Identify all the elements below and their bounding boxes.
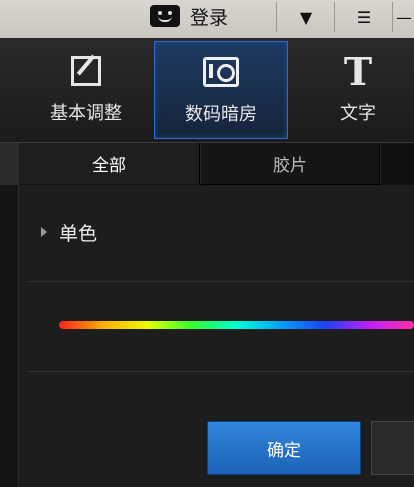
tab-film[interactable]: 胶片 xyxy=(201,143,380,186)
effects-panel: 单色 确定 xyxy=(19,185,414,487)
camera-icon xyxy=(203,54,239,90)
divider xyxy=(27,281,414,282)
menu-down-icon: ☰ xyxy=(356,7,372,27)
mode-label: 文字 xyxy=(340,103,376,124)
tab-all[interactable]: 全部 xyxy=(19,143,200,184)
login-label: 登录 xyxy=(190,6,229,29)
expand-arrow-icon xyxy=(41,227,47,237)
mode-basic-adjust[interactable]: 基本调整 xyxy=(20,41,152,137)
section-label: 单色 xyxy=(59,222,98,245)
hue-slider[interactable] xyxy=(59,321,414,329)
section-monochrome[interactable]: 单色 xyxy=(19,215,97,249)
filter-tabs: 全部 胶片 xyxy=(19,143,414,186)
shirt-icon: ▼ xyxy=(299,7,313,27)
title-bar: 登录 ▼ ☰ — xyxy=(0,0,414,39)
edit-icon xyxy=(68,53,104,89)
menu-button[interactable]: ☰ xyxy=(334,2,393,32)
mode-toolbar: 基本调整 数码暗房 T 文字 xyxy=(0,38,414,143)
divider xyxy=(27,371,414,372)
skin-button[interactable]: ▼ xyxy=(276,2,335,32)
cancel-button[interactable] xyxy=(371,421,414,475)
login-button[interactable]: 登录 xyxy=(142,0,270,32)
mode-digital-darkroom[interactable]: 数码暗房 xyxy=(154,41,288,139)
smiley-icon xyxy=(150,5,180,27)
left-panel-edge xyxy=(0,143,19,487)
text-icon: T xyxy=(343,48,373,94)
mode-text[interactable]: T 文字 xyxy=(292,41,414,137)
mode-label: 基本调整 xyxy=(50,103,122,124)
confirm-button[interactable]: 确定 xyxy=(207,421,361,475)
mode-label: 数码暗房 xyxy=(185,104,257,125)
minimize-icon: — xyxy=(396,7,412,27)
minimize-button[interactable]: — xyxy=(392,2,414,32)
tab-more[interactable] xyxy=(381,143,414,184)
